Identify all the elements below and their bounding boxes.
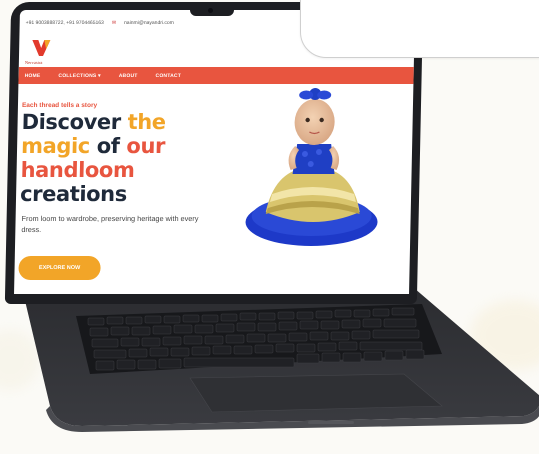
hero-tagline: Each thread tells a story xyxy=(21,102,98,109)
explore-now-button[interactable]: EXPLORE NOW xyxy=(18,256,101,280)
nav-collections[interactable]: COLLECTIONS ▾ xyxy=(58,73,100,79)
headline-word: the xyxy=(127,110,166,134)
scene: +91 9003888722, +91 9704465163 ✉ nainmi@… xyxy=(0,0,539,454)
doll-product-image[interactable] xyxy=(243,82,387,254)
headline-word: Discover xyxy=(21,110,128,134)
nav-contact[interactable]: CONTACT xyxy=(155,73,181,79)
nav-about[interactable]: ABOUT xyxy=(119,73,138,79)
mail-icon: ✉ xyxy=(111,20,117,26)
nav-home[interactable]: HOME xyxy=(25,73,41,79)
contact-phones: +91 9003888722, +91 9704465163 xyxy=(25,20,104,26)
headline-word: of xyxy=(89,134,127,158)
overlay-card xyxy=(300,0,539,58)
headline-word: handloom xyxy=(20,158,135,182)
headline-word: our xyxy=(126,134,166,158)
camera-icon xyxy=(208,8,213,13)
brand-logo-icon[interactable] xyxy=(29,36,54,60)
keyboard xyxy=(76,304,442,374)
hero-headline: Discover the magic of our handloom creat… xyxy=(20,110,166,206)
logo-text: Nervastra xyxy=(24,60,43,65)
headline-word: magic xyxy=(20,134,91,158)
contact-email[interactable]: nainmi@nayandri.com xyxy=(124,20,174,26)
headline-word: creations xyxy=(19,182,128,206)
hero-subtext: From loom to wardrobe, preserving herita… xyxy=(21,214,199,234)
